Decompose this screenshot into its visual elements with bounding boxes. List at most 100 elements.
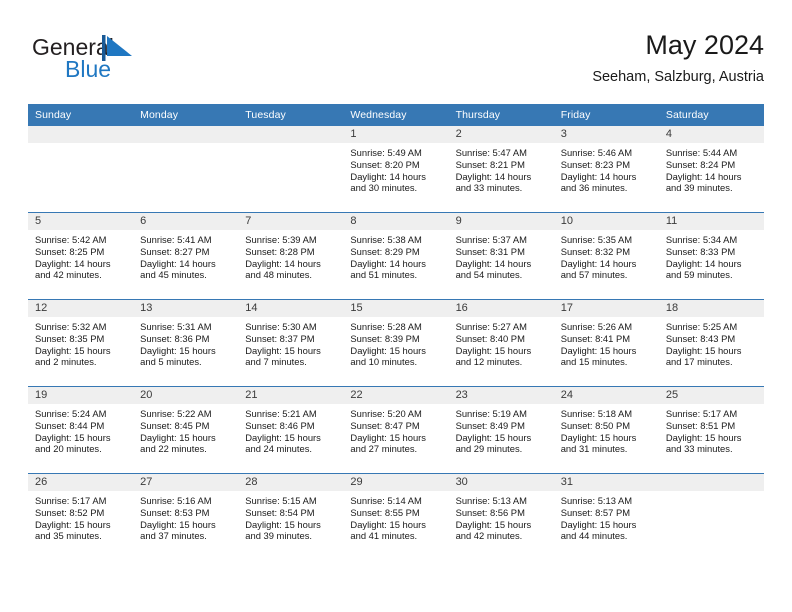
page-header: General Blue May 2024 Seeham, Salzburg, … [28, 28, 764, 94]
day-cell: 8 Sunrise: 5:38 AM Sunset: 8:29 PM Daylight… [343, 213, 449, 299]
sunrise-text: Sunrise: 5:18 AM [560, 408, 633, 419]
calendar-day-cell[interactable]: 9 Sunrise: 5:37 AM Sunset: 8:31 PM Daylight… [448, 212, 554, 300]
day-number: 28 [238, 474, 344, 491]
calendar-day-cell[interactable]: 6 Sunrise: 5:41 AM Sunset: 8:27 PM Daylight… [133, 212, 239, 300]
daylight-text: Daylight: 14 hours and 39 minutes. [665, 170, 742, 194]
day-number: 13 [133, 300, 239, 317]
sunrise-text: Sunrise: 5:28 AM [350, 321, 422, 332]
day-cell: 10 Sunrise: 5:35 AM Sunset: 8:32 PM Dayligh… [553, 213, 659, 299]
day-details: Sunrise: 5:15 AM Sunset: 8:54 PM Daylight:… [238, 491, 343, 542]
calendar-day-cell[interactable]: 28 Sunrise: 5:15 AM Sunset: 8:54 PM Dayligh… [238, 473, 344, 560]
day-details: Sunrise: 5:20 AM Sunset: 8:47 PM Daylight:… [343, 404, 448, 455]
daylight-text: Daylight: 14 hours and 54 minutes. [455, 257, 532, 281]
day-details: Sunrise: 5:39 AM Sunset: 8:28 PM Daylight:… [238, 230, 343, 281]
daylight-text: Daylight: 15 hours and 10 minutes. [350, 344, 426, 368]
calendar-day-cell[interactable]: 22 Sunrise: 5:20 AM Sunset: 8:47 PM Dayligh… [343, 386, 449, 474]
calendar-week-row: 26 Sunrise: 5:17 AM Sunset: 8:52 PM Dayligh… [28, 473, 764, 560]
sunrise-text: Sunrise: 5:20 AM [350, 408, 422, 419]
daylight-text: Daylight: 15 hours and 2 minutes. [35, 344, 111, 368]
calendar-day-cell[interactable]: 25 Sunrise: 5:17 AM Sunset: 8:51 PM Dayligh… [658, 386, 764, 474]
sunset-text: Sunset: 8:43 PM [665, 332, 736, 344]
daylight-text: Daylight: 14 hours and 33 minutes. [455, 170, 532, 194]
calendar-day-cell[interactable]: 17 Sunrise: 5:26 AM Sunset: 8:41 PM Dayligh… [553, 299, 659, 387]
day-details: Sunrise: 5:17 AM Sunset: 8:51 PM Daylight:… [659, 404, 764, 455]
day-number: 7 [238, 213, 344, 230]
calendar-day-cell[interactable]: 16 Sunrise: 5:27 AM Sunset: 8:40 PM Dayligh… [448, 299, 554, 387]
sunrise-text: Sunrise: 5:30 AM [245, 321, 317, 332]
day-cell: 24 Sunrise: 5:18 AM Sunset: 8:50 PM Dayligh… [553, 387, 659, 473]
day-number: 18 [658, 300, 764, 317]
sunrise-text: Sunrise: 5:14 AM [350, 495, 422, 506]
day-cell-empty [28, 126, 134, 212]
calendar-day-cell[interactable]: 20 Sunrise: 5:22 AM Sunset: 8:45 PM Dayligh… [133, 386, 239, 474]
day-cell: 26 Sunrise: 5:17 AM Sunset: 8:52 PM Dayligh… [28, 474, 134, 560]
day-number: 22 [343, 387, 449, 404]
brand-logo[interactable]: General Blue [32, 34, 232, 92]
calendar-day-cell[interactable]: 12 Sunrise: 5:32 AM Sunset: 8:35 PM Dayligh… [28, 299, 134, 387]
calendar-day-cell[interactable]: 31 Sunrise: 5:13 AM Sunset: 8:57 PM Dayligh… [553, 473, 659, 560]
sunset-text: Sunset: 8:33 PM [665, 245, 736, 257]
calendar-day-cell[interactable]: 3 Sunrise: 5:46 AM Sunset: 8:23 PM Daylight… [553, 126, 659, 213]
day-cell: 9 Sunrise: 5:37 AM Sunset: 8:31 PM Daylight… [448, 213, 554, 299]
sunrise-text: Sunrise: 5:37 AM [455, 234, 527, 245]
calendar-day-cell[interactable]: 24 Sunrise: 5:18 AM Sunset: 8:50 PM Dayligh… [553, 386, 659, 474]
day-details: Sunrise: 5:46 AM Sunset: 8:23 PM Daylight:… [554, 143, 659, 194]
day-cell: 14 Sunrise: 5:30 AM Sunset: 8:37 PM Dayligh… [238, 300, 344, 386]
daylight-text: Daylight: 15 hours and 44 minutes. [560, 518, 637, 542]
daylight-text: Daylight: 15 hours and 29 minutes. [455, 431, 532, 455]
weekday-header-sunday: Sunday [28, 104, 134, 126]
sunset-text: Sunset: 8:29 PM [350, 245, 420, 257]
sunset-text: Sunset: 8:27 PM [140, 245, 210, 257]
calendar-day-cell[interactable]: 1 Sunrise: 5:49 AM Sunset: 8:20 PM Daylight… [343, 126, 449, 213]
calendar-day-cell[interactable]: 15 Sunrise: 5:28 AM Sunset: 8:39 PM Dayligh… [343, 299, 449, 387]
day-number: 17 [553, 300, 659, 317]
calendar-day-cell[interactable]: 30 Sunrise: 5:13 AM Sunset: 8:56 PM Dayligh… [448, 473, 554, 560]
calendar-day-cell[interactable]: 10 Sunrise: 5:35 AM Sunset: 8:32 PM Dayligh… [553, 212, 659, 300]
sunrise-text: Sunrise: 5:42 AM [35, 234, 107, 245]
calendar-day-cell[interactable]: 27 Sunrise: 5:16 AM Sunset: 8:53 PM Dayligh… [133, 473, 239, 560]
calendar-week-row: 19 Sunrise: 5:24 AM Sunset: 8:44 PM Dayligh… [28, 386, 764, 474]
calendar-day-cell[interactable]: 5 Sunrise: 5:42 AM Sunset: 8:25 PM Daylight… [28, 212, 134, 300]
calendar-day-cell [28, 126, 134, 213]
day-number: 10 [553, 213, 659, 230]
calendar-day-cell[interactable]: 23 Sunrise: 5:19 AM Sunset: 8:49 PM Dayligh… [448, 386, 554, 474]
daylight-text: Daylight: 14 hours and 48 minutes. [245, 257, 321, 281]
calendar-day-cell[interactable]: 26 Sunrise: 5:17 AM Sunset: 8:52 PM Dayligh… [28, 473, 134, 560]
sunset-text: Sunset: 8:28 PM [245, 245, 315, 257]
calendar-day-cell[interactable]: 18 Sunrise: 5:25 AM Sunset: 8:43 PM Dayligh… [658, 299, 764, 387]
day-cell: 28 Sunrise: 5:15 AM Sunset: 8:54 PM Dayligh… [238, 474, 344, 560]
daylight-text: Daylight: 15 hours and 35 minutes. [35, 518, 111, 542]
day-number: 1 [343, 126, 449, 143]
day-number: 16 [448, 300, 554, 317]
calendar-day-cell[interactable]: 8 Sunrise: 5:38 AM Sunset: 8:29 PM Daylight… [343, 212, 449, 300]
daylight-text: Daylight: 15 hours and 17 minutes. [665, 344, 742, 368]
calendar-day-cell[interactable]: 19 Sunrise: 5:24 AM Sunset: 8:44 PM Dayligh… [28, 386, 134, 474]
calendar-day-cell[interactable]: 13 Sunrise: 5:31 AM Sunset: 8:36 PM Dayligh… [133, 299, 239, 387]
sunset-text: Sunset: 8:44 PM [35, 419, 105, 431]
calendar-day-cell[interactable]: 7 Sunrise: 5:39 AM Sunset: 8:28 PM Daylight… [238, 212, 344, 300]
day-number: 4 [658, 126, 764, 143]
calendar-table: Sunday Monday Tuesday Wednesday Thursday… [28, 104, 764, 560]
daylight-text: Daylight: 15 hours and 24 minutes. [245, 431, 321, 455]
day-details: Sunrise: 5:30 AM Sunset: 8:37 PM Daylight:… [238, 317, 343, 368]
daylight-text: Daylight: 14 hours and 59 minutes. [665, 257, 742, 281]
calendar-day-cell[interactable]: 2 Sunrise: 5:47 AM Sunset: 8:21 PM Daylight… [448, 126, 554, 213]
calendar-day-cell[interactable]: 21 Sunrise: 5:21 AM Sunset: 8:46 PM Dayligh… [238, 386, 344, 474]
calendar-day-cell[interactable]: 29 Sunrise: 5:14 AM Sunset: 8:55 PM Dayligh… [343, 473, 449, 560]
calendar-day-cell[interactable]: 14 Sunrise: 5:30 AM Sunset: 8:37 PM Dayligh… [238, 299, 344, 387]
day-number [133, 126, 239, 143]
sunset-text: Sunset: 8:55 PM [350, 506, 420, 518]
sunset-text: Sunset: 8:32 PM [560, 245, 631, 257]
calendar-week-row: 5 Sunrise: 5:42 AM Sunset: 8:25 PM Daylight… [28, 212, 764, 300]
calendar-day-cell[interactable]: 4 Sunrise: 5:44 AM Sunset: 8:24 PM Daylight… [658, 126, 764, 213]
day-cell: 20 Sunrise: 5:22 AM Sunset: 8:45 PM Dayligh… [133, 387, 239, 473]
calendar-day-cell[interactable]: 11 Sunrise: 5:34 AM Sunset: 8:33 PM Dayligh… [658, 212, 764, 300]
day-details: Sunrise: 5:38 AM Sunset: 8:29 PM Daylight:… [343, 230, 448, 281]
day-details: Sunrise: 5:19 AM Sunset: 8:49 PM Daylight:… [449, 404, 554, 455]
day-cell: 5 Sunrise: 5:42 AM Sunset: 8:25 PM Daylight… [28, 213, 134, 299]
sunrise-text: Sunrise: 5:24 AM [35, 408, 107, 419]
day-number [238, 126, 344, 143]
day-details: Sunrise: 5:17 AM Sunset: 8:52 PM Daylight:… [28, 491, 133, 542]
sunset-text: Sunset: 8:50 PM [560, 419, 631, 431]
day-details: Sunrise: 5:24 AM Sunset: 8:44 PM Daylight:… [28, 404, 133, 455]
